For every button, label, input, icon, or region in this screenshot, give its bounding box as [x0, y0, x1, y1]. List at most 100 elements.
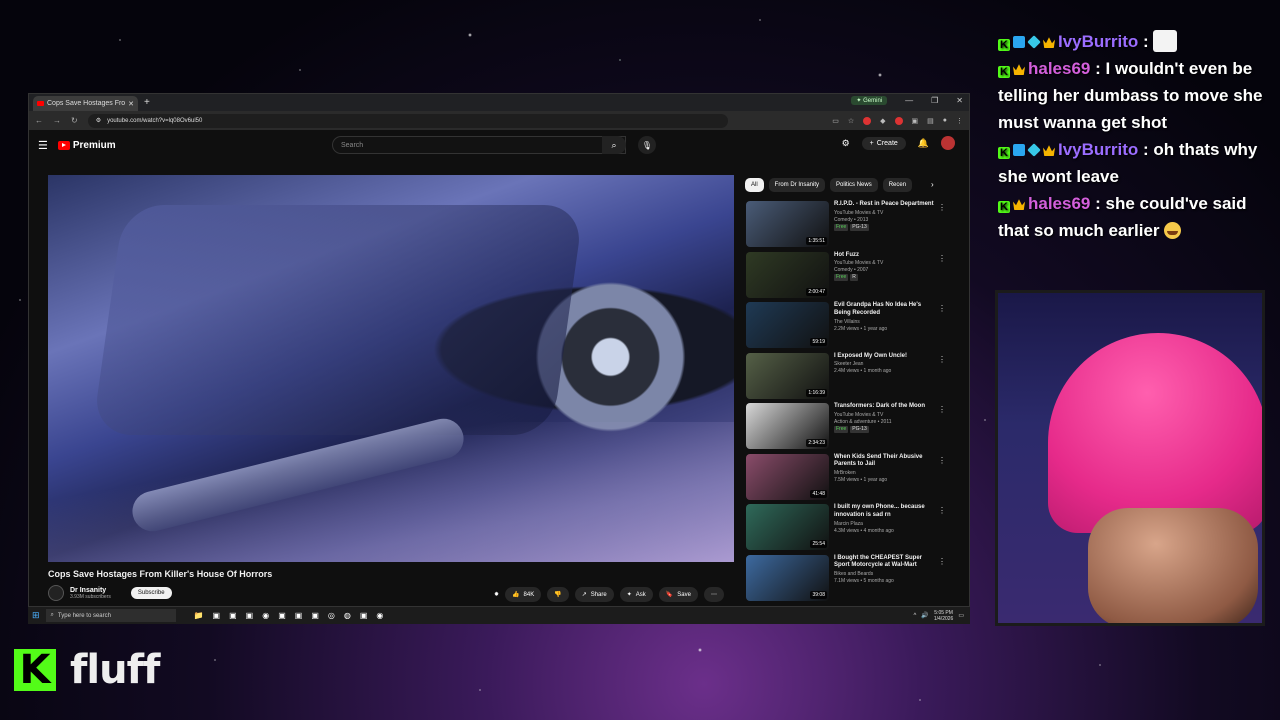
rec-channel[interactable]: YouTube Movies & TV [834, 412, 934, 419]
app-icon-5[interactable]: ▣ [295, 611, 303, 620]
rec-more-icon[interactable]: ⋮ [938, 355, 946, 364]
profile-icon[interactable]: ● [943, 117, 947, 125]
rec-title[interactable]: Evil Grandpa Has No Idea He's Being Reco… [834, 302, 934, 318]
save-button[interactable]: 🔖 Save [658, 587, 698, 602]
rec-title[interactable]: I built my own Phone... because innovati… [834, 504, 934, 520]
recommendation-item[interactable]: 41:48 When Kids Send Their Abusive Paren… [746, 453, 946, 505]
taskbar-search[interactable]: ⌕ Type here to search [45, 609, 176, 622]
sparkle-icon[interactable]: ✸ [494, 591, 499, 598]
search-input[interactable]: Search [332, 136, 626, 154]
rec-thumbnail[interactable]: 25:54 [746, 504, 829, 550]
minimize-icon[interactable]: — [905, 96, 913, 105]
rec-thumbnail[interactable]: 1:16:39 [746, 352, 829, 399]
recommendation-item[interactable]: 39:08 I Bought the CHEAPEST Super Sport … [746, 554, 946, 606]
app-icon-4[interactable]: ▣ [278, 611, 286, 620]
restore-icon[interactable]: ❐ [931, 96, 938, 105]
rec-title[interactable]: When Kids Send Their Abusive Parents to … [834, 454, 934, 470]
rec-title[interactable]: Hot Fuzz [834, 252, 934, 260]
video-player[interactable] [48, 175, 734, 562]
filter-chip[interactable]: Recen [882, 178, 913, 192]
rec-channel[interactable]: Marcin Plaza [834, 521, 934, 528]
tab-close-icon[interactable]: ✕ [128, 100, 134, 108]
share-button[interactable]: ↗ Share [574, 587, 614, 602]
notifications-bell-icon[interactable]: 🔔 [918, 138, 929, 149]
filter-chip[interactable]: All [745, 178, 764, 192]
app-icon-1[interactable]: ▣ [213, 611, 221, 620]
discord-icon[interactable]: ◍ [344, 611, 351, 620]
rec-more-icon[interactable]: ⋮ [938, 405, 946, 414]
windows-start-icon[interactable]: ⊞ [32, 610, 40, 621]
chat-username[interactable]: hales69 [1028, 194, 1090, 213]
filter-chip[interactable]: Politics News [830, 178, 878, 192]
recommendation-item[interactable]: 25:54 I built my own Phone... because in… [746, 504, 946, 555]
chips-next-icon[interactable]: › [931, 180, 934, 189]
cast-settings-icon[interactable]: ⚙ [842, 138, 850, 149]
recommendation-item[interactable]: 2:00:47 Hot Fuzz YouTube Movies & TV Com… [746, 251, 946, 303]
chat-username[interactable]: IvyBurrito [1058, 32, 1138, 51]
reload-icon[interactable]: ↻ [71, 116, 78, 125]
chrome-icon[interactable]: ◉ [376, 611, 383, 620]
recommendation-item[interactable]: 59:19 Evil Grandpa Has No Idea He's Bein… [746, 302, 946, 353]
taskbar-clock[interactable]: 5:05 PM 1/4/2026 [934, 610, 953, 622]
rec-channel[interactable]: Bikes and Beards [834, 571, 934, 578]
rec-more-icon[interactable]: ⋮ [938, 456, 946, 465]
chat-username[interactable]: hales69 [1028, 59, 1090, 78]
close-window-icon[interactable]: ✕ [956, 96, 963, 105]
file-explorer-icon[interactable]: 📁 [194, 611, 204, 620]
rec-more-icon[interactable]: ⋮ [938, 203, 946, 212]
app-icon-8[interactable]: ▣ [360, 611, 368, 620]
rec-title[interactable]: I Exposed My Own Uncle! [834, 353, 934, 361]
subscribe-button[interactable]: Subscribe [130, 587, 172, 599]
extension-red-icon[interactable] [863, 116, 872, 125]
rec-channel[interactable]: YouTube Movies & TV [834, 260, 934, 267]
dislike-button[interactable]: 👎 [547, 587, 569, 602]
rec-more-icon[interactable]: ⋮ [938, 557, 946, 566]
site-info-icon[interactable]: ⚙ [96, 117, 101, 124]
sidebar-icon[interactable]: ▤ [927, 117, 934, 125]
chat-username[interactable]: IvyBurrito [1058, 140, 1138, 159]
rec-title[interactable]: R.I.P.D. - Rest in Peace Department [834, 201, 934, 209]
gemini-button[interactable]: ✦ Gemini [851, 96, 888, 105]
address-bar[interactable]: ⚙ youtube.com/watch?v=lq08Ov6ul50 [87, 113, 728, 128]
firefox-icon[interactable]: ◉ [262, 611, 269, 620]
hamburger-menu-icon[interactable]: ☰ [38, 139, 48, 152]
ask-button[interactable]: ✦ Ask [619, 587, 653, 602]
menu-kebab-icon[interactable]: ⋮ [956, 117, 963, 125]
rec-thumbnail[interactable]: 39:08 [746, 554, 829, 601]
rec-thumbnail[interactable]: 41:48 [746, 453, 829, 500]
app-icon-3[interactable]: ▣ [246, 611, 254, 620]
create-button[interactable]: + Create [861, 136, 906, 150]
like-button[interactable]: 👍 84K [505, 587, 542, 602]
recommendation-item[interactable]: 2:34:23 Transformers: Dark of the Moon Y… [746, 403, 946, 454]
volume-icon[interactable]: 🔊 [921, 612, 928, 619]
rec-more-icon[interactable]: ⋮ [938, 304, 946, 313]
rec-title[interactable]: Transformers: Dark of the Moon [834, 403, 934, 411]
extension-record-icon[interactable] [894, 116, 903, 125]
bookmark-star-icon[interactable]: ☆ [848, 117, 854, 125]
rec-title[interactable]: I Bought the CHEAPEST Super Sport Motorc… [834, 555, 934, 571]
rec-channel[interactable]: MrBroken [834, 470, 934, 477]
rec-thumbnail[interactable]: 2:34:23 [746, 403, 829, 449]
rec-channel[interactable]: YouTube Movies & TV [834, 210, 934, 217]
app-icon-6[interactable]: ▣ [311, 611, 319, 620]
channel-name[interactable]: Dr Insanity [70, 587, 111, 594]
rec-thumbnail[interactable]: 1:35:51 [746, 201, 829, 247]
app-icon-7[interactable]: ◎ [328, 611, 335, 620]
new-tab-button[interactable]: + [144, 97, 150, 108]
forward-icon[interactable]: → [53, 116, 61, 125]
voice-search-button[interactable]: 🎙 [638, 136, 656, 154]
cast-icon[interactable]: ▭ [832, 117, 839, 125]
rec-thumbnail[interactable]: 59:19 [746, 302, 829, 348]
tray-up-icon[interactable]: ^ [914, 613, 917, 619]
notification-center-icon[interactable]: ▭ [958, 612, 964, 619]
account-avatar[interactable] [941, 136, 955, 150]
back-icon[interactable]: ← [35, 116, 43, 125]
app-icon-2[interactable]: ▣ [229, 611, 237, 620]
rec-more-icon[interactable]: ⋮ [938, 506, 946, 515]
extension-diamond-icon[interactable]: ◆ [880, 117, 885, 125]
channel-avatar[interactable] [48, 585, 64, 601]
search-button[interactable]: ⌕ [602, 136, 626, 154]
more-actions-button[interactable]: ⋯ [703, 587, 724, 602]
filter-chip[interactable]: From Dr Insanity [768, 178, 826, 192]
recommendation-item[interactable]: 1:35:51 R.I.P.D. - Rest in Peace Departm… [746, 201, 946, 252]
